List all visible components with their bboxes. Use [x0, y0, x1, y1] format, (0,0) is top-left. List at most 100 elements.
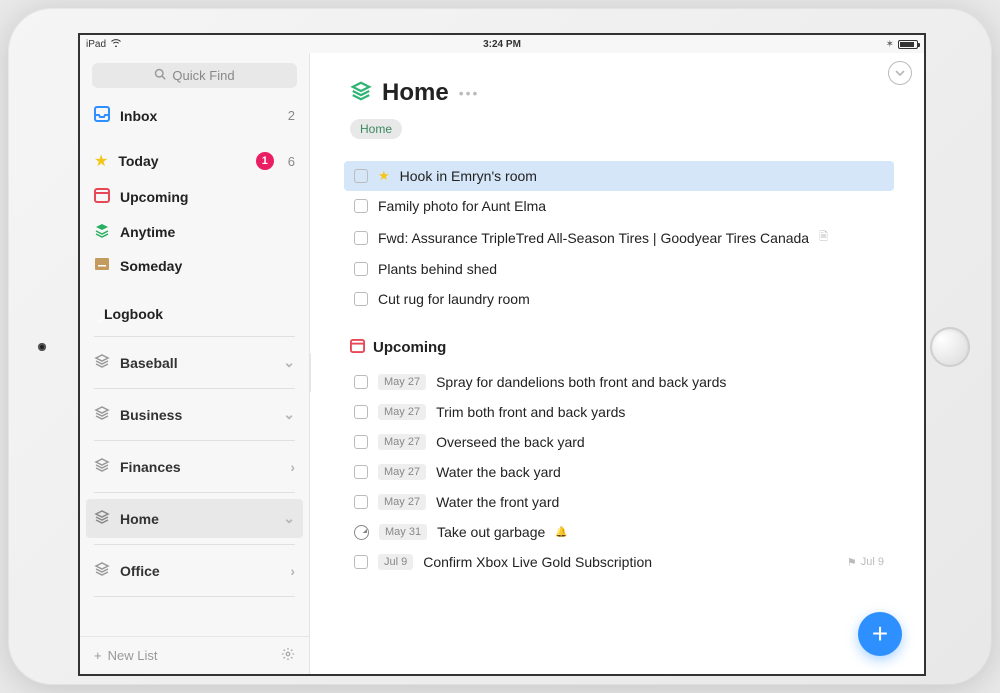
- task-row[interactable]: May 27 Trim both front and back yards: [350, 397, 888, 427]
- area-label: Home: [120, 511, 273, 527]
- checkbox[interactable]: [354, 405, 368, 419]
- camera-icon: [38, 343, 46, 351]
- sidebar-area-home[interactable]: Home ⌄: [86, 499, 303, 538]
- sidebar-area-finances[interactable]: Finances ›: [80, 447, 309, 486]
- calendar-icon: [94, 187, 110, 206]
- divider: [94, 336, 295, 337]
- bluetooth-icon: ✶: [886, 39, 894, 50]
- checkbox[interactable]: [354, 292, 368, 306]
- date-chip: May 27: [378, 494, 426, 510]
- sidebar-item-logbook[interactable]: Logbook: [80, 298, 309, 330]
- date-chip: May 27: [378, 374, 426, 390]
- wifi-icon: [110, 38, 122, 50]
- task-title: Water the back yard: [436, 464, 561, 480]
- plus-icon: +: [94, 648, 102, 663]
- task-row[interactable]: Fwd: Assurance TripleTred All-Season Tir…: [350, 221, 888, 254]
- task-title: Hook in Emryn's room: [400, 168, 537, 184]
- area-icon: [94, 561, 110, 580]
- checkbox[interactable]: [354, 375, 368, 389]
- calendar-icon: [350, 338, 365, 357]
- repeat-icon: [354, 525, 369, 540]
- task-row[interactable]: Jul 9 Confirm Xbox Live Gold Subscriptio…: [350, 547, 888, 577]
- task-title: Spray for dandelions both front and back…: [436, 374, 726, 390]
- bell-icon: 🔔: [555, 527, 567, 538]
- carrier-label: iPad: [86, 39, 106, 50]
- tag-pill[interactable]: Home: [350, 119, 402, 139]
- quick-find-placeholder: Quick Find: [172, 68, 234, 83]
- sidebar-item-someday[interactable]: Someday: [80, 249, 309, 282]
- area-title: Home: [382, 79, 449, 107]
- status-bar: iPad 3:24 PM ✶: [80, 35, 924, 53]
- upcoming-list: May 27 Spray for dandelions both front a…: [350, 367, 888, 577]
- checkbox[interactable]: [354, 555, 368, 569]
- attachment-icon: 🗎: [819, 228, 828, 247]
- sidebar-footer: + New List: [80, 636, 309, 674]
- checkbox[interactable]: [354, 169, 368, 183]
- date-chip: May 27: [378, 464, 426, 480]
- task-title: Take out garbage: [437, 524, 545, 540]
- task-row[interactable]: May 27 Spray for dandelions both front a…: [350, 367, 888, 397]
- task-list: ★ Hook in Emryn's room Family photo for …: [350, 161, 888, 314]
- area-icon: [94, 509, 110, 528]
- task-title: Overseed the back yard: [436, 434, 585, 450]
- more-icon[interactable]: •••: [459, 85, 480, 101]
- collapse-button[interactable]: [888, 61, 912, 85]
- task-row[interactable]: May 27 Water the front yard: [350, 487, 888, 517]
- checkbox[interactable]: [354, 231, 368, 245]
- sidebar-area-office[interactable]: Office ›: [80, 551, 309, 590]
- sidebar-item-upcoming[interactable]: Upcoming: [80, 179, 309, 214]
- settings-icon[interactable]: [281, 647, 295, 664]
- main: Home ••• Home ★ Hook in Emryn's room: [310, 53, 924, 674]
- sidebar-item-today[interactable]: ★ Today 1 6: [80, 143, 309, 179]
- task-row[interactable]: May 31 Take out garbage 🔔: [350, 517, 888, 547]
- quick-find[interactable]: Quick Find: [92, 63, 297, 88]
- area-icon: [94, 405, 110, 424]
- date-chip: May 27: [378, 434, 426, 450]
- plus-icon: +: [872, 618, 888, 650]
- inbox-count: 2: [288, 108, 295, 123]
- chevron-right-icon: ›: [290, 459, 295, 475]
- chevron-right-icon: ›: [290, 563, 295, 579]
- checkbox[interactable]: [354, 435, 368, 449]
- sidebar-area-baseball[interactable]: Baseball ⌄: [80, 343, 309, 382]
- divider: [94, 492, 295, 493]
- chevron-down-icon: ⌄: [283, 406, 295, 423]
- area-label: Office: [120, 563, 280, 579]
- task-title: Trim both front and back yards: [436, 404, 625, 420]
- task-title: Cut rug for laundry room: [378, 291, 530, 307]
- sidebar-item-inbox[interactable]: Inbox 2: [80, 98, 309, 133]
- someday-icon: [94, 257, 110, 274]
- date-chip: May 31: [379, 524, 427, 540]
- home-button[interactable]: [930, 327, 970, 367]
- upcoming-label: Upcoming: [373, 339, 446, 356]
- checkbox[interactable]: [354, 199, 368, 213]
- sidebar-area-business[interactable]: Business ⌄: [80, 395, 309, 434]
- screen: iPad 3:24 PM ✶ Quick Find: [78, 33, 926, 676]
- upcoming-header: Upcoming: [350, 338, 888, 357]
- task-row[interactable]: Cut rug for laundry room: [350, 284, 888, 314]
- divider: [94, 440, 295, 441]
- sidebar-item-anytime[interactable]: Anytime: [80, 214, 309, 249]
- battery-icon: [898, 40, 918, 49]
- new-list-button[interactable]: + New List: [94, 648, 157, 663]
- sidebar: Quick Find Inbox 2 ★ Today 1: [80, 53, 310, 674]
- anytime-icon: [94, 222, 110, 241]
- checkbox[interactable]: [354, 495, 368, 509]
- checkbox[interactable]: [354, 465, 368, 479]
- add-task-button[interactable]: +: [858, 612, 902, 656]
- checkbox[interactable]: [354, 262, 368, 276]
- sidebar-item-label: Inbox: [120, 108, 278, 124]
- task-row[interactable]: Family photo for Aunt Elma: [350, 191, 888, 221]
- divider: [94, 388, 295, 389]
- inbox-icon: [94, 106, 110, 125]
- flag-icon: ⚑: [847, 556, 857, 569]
- task-row[interactable]: May 27 Water the back yard: [350, 457, 888, 487]
- new-list-label: New List: [108, 648, 158, 663]
- app: Quick Find Inbox 2 ★ Today 1: [80, 53, 924, 674]
- task-row[interactable]: Plants behind shed: [350, 254, 888, 284]
- task-row[interactable]: May 27 Overseed the back yard: [350, 427, 888, 457]
- sidebar-item-label: Someday: [120, 258, 295, 274]
- task-title: Family photo for Aunt Elma: [378, 198, 546, 214]
- area-icon: [350, 80, 372, 107]
- task-row[interactable]: ★ Hook in Emryn's room: [344, 161, 894, 191]
